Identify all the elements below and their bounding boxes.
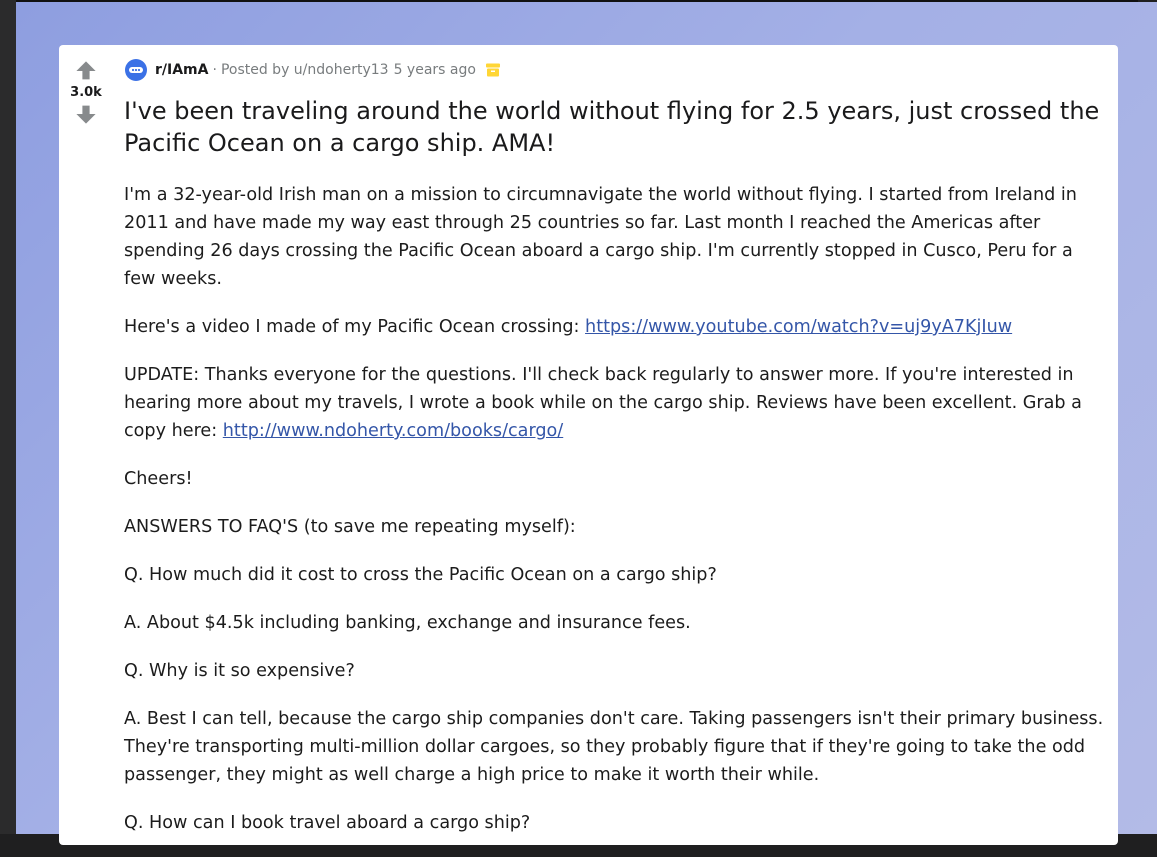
faq-question-1: Q. How much did it cost to cross the Pac… — [124, 565, 717, 585]
window-left-edge — [0, 0, 16, 834]
vote-count: 3.0k — [70, 85, 102, 100]
upvote-arrow-icon[interactable] — [74, 59, 98, 83]
body-paragraph-update: UPDATE: Thanks everyone for the question… — [124, 361, 1109, 445]
body-paragraph-intro: I'm a 32-year-old Irish man on a mission… — [124, 185, 1077, 289]
meta-separator: · — [212, 62, 217, 78]
vote-column: 3.0k — [59, 59, 113, 126]
subreddit-link[interactable]: r/IAmA — [155, 62, 208, 78]
post-meta: r/IAmA · Posted by u/ndoherty13 5 years … — [125, 58, 501, 82]
faq-question-2: Q. Why is it so expensive? — [124, 661, 355, 681]
subreddit-icon[interactable] — [125, 59, 147, 81]
body-paragraph-cheers: Cheers! — [124, 469, 193, 489]
video-link[interactable]: https://www.youtube.com/watch?v=uj9yA7Kj… — [585, 317, 1012, 337]
book-link[interactable]: http://www.ndoherty.com/books/cargo/ — [223, 421, 563, 441]
downvote-arrow-icon[interactable] — [74, 102, 98, 126]
post-title[interactable]: I've been traveling around the world wit… — [124, 95, 1104, 159]
video-text: Here's a video I made of my Pacific Ocea… — [124, 317, 586, 337]
faq-answer-2: A. Best I can tell, because the cargo sh… — [124, 709, 1104, 785]
faq-answer-1: A. About $4.5k including banking, exchan… — [124, 613, 691, 633]
body-paragraph-video: Here's a video I made of my Pacific Ocea… — [124, 313, 1109, 341]
post-body: I'm a 32-year-old Irish man on a mission… — [124, 181, 1109, 857]
faq-heading: ANSWERS TO FAQ'S (to save me repeating m… — [124, 517, 576, 537]
faq-question-3: Q. How can I book travel aboard a cargo … — [124, 813, 531, 833]
post-card: 3.0k r/IAmA · Posted by u/ndoherty13 5 y… — [59, 45, 1118, 845]
archive-box-icon — [485, 63, 500, 77]
posted-by[interactable]: Posted by u/ndoherty13 — [221, 62, 389, 78]
post-age[interactable]: 5 years ago — [394, 62, 476, 78]
